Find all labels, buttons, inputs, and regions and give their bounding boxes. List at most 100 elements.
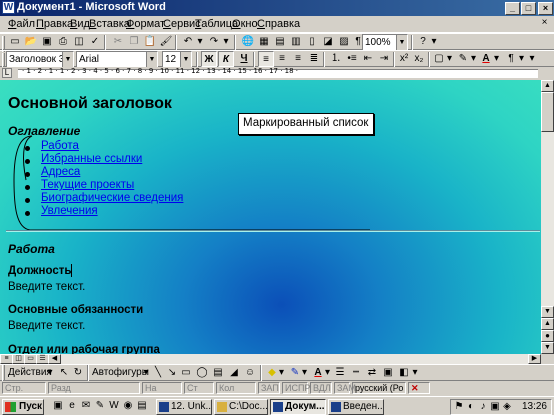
font-select[interactable]: Arial ▼ [76,51,158,68]
pencil-icon[interactable]: ✎ [94,400,106,412]
task-button[interactable]: Введен... [328,399,384,415]
format-painter-icon[interactable]: 🖌 [158,34,174,50]
clip-art-icon[interactable]: ☺ [242,365,258,381]
status-rec[interactable]: ЗАП [258,382,280,394]
menu-view[interactable]: Вид [70,18,90,30]
insert-table-icon[interactable]: ▤ [272,34,288,50]
border-dropdown-icon[interactable]: ▾ [446,51,453,67]
print-icon[interactable]: ⎙ [55,34,71,50]
menu-window[interactable]: Окно [232,18,258,30]
body-text[interactable]: Введите текст. [8,320,85,332]
close-button[interactable]: × [538,2,553,15]
decrease-indent-icon[interactable]: ⇤ [360,51,376,67]
tray-icon[interactable]: ◐ [465,401,477,413]
task-button[interactable]: C:\Doc... [214,399,268,415]
clock[interactable]: 13:26 [522,401,547,412]
arrow-style-icon[interactable]: ⇄ [364,365,380,381]
toc-link-projects[interactable]: Текущие проекты [41,179,134,191]
line-style-icon[interactable]: ☰ [332,365,348,381]
menu-insert[interactable]: Вставка [89,18,130,30]
fill-color-dropdown-icon[interactable]: ▾ [278,365,285,381]
toc-link-favorites[interactable]: Избранные ссылки [41,153,142,165]
font-color-icon[interactable]: A [478,51,494,67]
new-document-icon[interactable]: ▭ [7,34,23,50]
status-language[interactable]: русский (Ро [352,382,406,394]
task-button[interactable]: 12. Unk... [156,399,212,415]
help-icon[interactable]: ? [415,34,431,50]
bold-button[interactable]: Ж [201,51,217,67]
spelling-status-icon[interactable]: ✕ [408,382,430,394]
numbering-icon[interactable]: ⒈ [328,51,344,67]
highlight-icon[interactable]: ✎ [455,51,471,67]
tab-stop-selector-icon[interactable]: L [2,68,12,78]
menu-file[interactable]: Файл [8,18,35,30]
document-close-icon[interactable]: × [538,18,551,30]
start-button[interactable]: Пуск [2,399,44,415]
next-page-icon[interactable]: ▼ [541,342,554,354]
chevron-down-icon[interactable]: ▼ [396,35,407,50]
toc-link-hobbies[interactable]: Увлечения [41,205,98,217]
insert-excel-icon[interactable]: ▥ [288,34,304,50]
ie-icon[interactable]: e [66,400,78,412]
cut-icon[interactable]: ✂ [110,34,126,50]
menu-format[interactable]: Формат [126,18,165,30]
3d-icon[interactable]: ◧ [396,365,412,381]
paragraph-mark-icon[interactable]: ¶ [503,51,519,67]
toc-link-biography[interactable]: Биографические сведения [41,192,183,204]
subheading-position[interactable]: Должность [8,265,71,277]
vertical-scrollbar[interactable]: ▲ ▼ ▲ ● ▼ [541,80,554,354]
autoshapes-menu[interactable]: Автофигуры [92,367,149,378]
line-color-dropdown-icon[interactable]: ▾ [301,365,308,381]
scroll-thumb[interactable] [541,92,554,132]
volume-icon[interactable]: ♪ [477,401,489,413]
tables-borders-icon[interactable]: ▦ [256,34,272,50]
task-button-active[interactable]: Докум... [270,399,326,415]
toc-link-addresses[interactable]: Адреса [41,166,80,178]
spelling-icon[interactable]: ✓ [87,34,103,50]
zoom-select[interactable]: 100% ▼ [362,34,408,51]
status-ovr[interactable]: ЗАМ [334,382,356,394]
subheading-duties[interactable]: Основные обязанности [8,304,143,316]
italic-button[interactable]: К [218,51,234,67]
desktop-icon[interactable]: ▣ [52,400,64,412]
word-app-icon[interactable]: W [2,1,15,14]
columns-icon[interactable]: ▯ [304,34,320,50]
undo-icon[interactable]: ↶ [180,34,196,50]
align-right-icon[interactable]: ≡ [290,51,306,67]
status-trk[interactable]: ИСПР [282,382,310,394]
paste-icon[interactable]: 📋 [142,34,158,50]
outlook-icon[interactable]: ✉ [80,400,92,412]
maximize-button[interactable]: □ [521,2,536,15]
shadow-icon[interactable]: ▣ [380,365,396,381]
font-color-dropdown-icon[interactable]: ▾ [493,51,500,67]
justify-icon[interactable]: ≣ [306,51,322,67]
tray-icon[interactable]: ⚑ [453,401,465,413]
drawing-icon[interactable]: ◪ [320,34,336,50]
browse-object-icon[interactable]: ● [541,330,554,342]
scroll-left-icon[interactable]: ◀ [48,354,61,364]
print-preview-icon[interactable]: ◫ [71,34,87,50]
hyperlink-icon[interactable]: 🌐 [240,34,256,50]
dash-style-icon[interactable]: ┅ [348,365,364,381]
tray-icon[interactable]: ▣ [489,401,501,413]
chevron-down-icon[interactable]: ▾ [142,365,150,381]
horizontal-scrollbar[interactable]: ≡ ◫ ▭ ☰ ◀ ▶ [0,354,541,364]
chevron-down-icon[interactable]: ▼ [180,52,191,67]
more-buttons-icon[interactable]: ▾ [430,34,438,50]
scroll-right-icon[interactable]: ▶ [528,354,541,364]
free-rotate-icon[interactable]: ↻ [70,365,86,381]
increase-indent-icon[interactable]: ⇥ [376,51,392,67]
oval-icon[interactable]: ◯ [194,365,210,381]
font-size-select[interactable]: 12 ▼ [162,51,192,68]
status-ext[interactable]: ВДЛ [310,382,332,394]
chevron-down-icon[interactable]: ▼ [146,52,157,67]
minimize-button[interactable]: _ [505,2,520,15]
chevron-down-icon[interactable]: ▾ [46,365,54,381]
title-bar[interactable]: W Документ1 - Microsoft Word _ □ × [0,0,554,16]
highlight-dropdown-icon[interactable]: ▾ [470,51,477,67]
underline-button[interactable]: Ч [236,51,252,67]
border-icon[interactable]: ▢ [431,51,447,67]
rectangle-icon[interactable]: ▭ [178,365,194,381]
paragraph-dropdown-icon[interactable]: ▾ [518,51,525,67]
copy-icon[interactable]: ❐ [126,34,142,50]
